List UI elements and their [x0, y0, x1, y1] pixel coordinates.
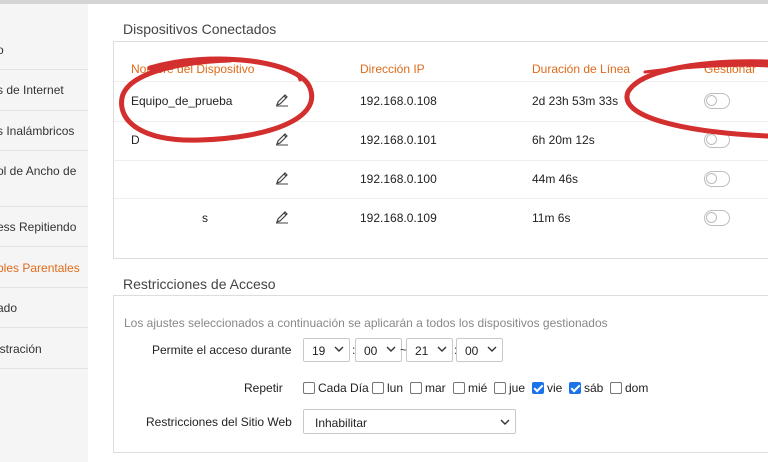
header-manage: Gestionar	[704, 62, 757, 76]
day-label: Cada Día	[318, 381, 369, 395]
device-ip: 192.168.0.109	[360, 211, 437, 225]
day-checkbox[interactable]	[494, 382, 506, 394]
edit-pencil-icon[interactable]	[275, 210, 289, 224]
day-label: dom	[625, 381, 649, 395]
device-duration: 6h 20m 12s	[532, 133, 595, 147]
sidebar-item-administration[interactable]: istración	[0, 328, 88, 369]
header-device-name: Nombre del Dispositivo	[131, 62, 255, 76]
sidebar-item-parental-controls[interactable]: bles Parentales	[0, 247, 88, 288]
edit-pencil-icon[interactable]	[275, 132, 289, 146]
day-checkbox[interactable]	[453, 382, 465, 394]
edit-pencil-icon[interactable]	[275, 171, 289, 185]
chevron-down-icon	[437, 346, 447, 352]
device-ip: 192.168.0.108	[360, 94, 437, 108]
day-checkbox[interactable]	[410, 382, 422, 394]
redaction-blur	[126, 206, 211, 228]
day-label: lun	[387, 381, 404, 395]
sidebar-item-label: o	[0, 43, 4, 57]
sidebar-item-repeater[interactable]: ess Repitiendo	[0, 207, 88, 247]
sidebar-item-label: ado	[0, 301, 18, 315]
table-divider	[114, 81, 768, 82]
device-duration: 11m 6s	[532, 211, 571, 225]
sidebar-item-bandwidth[interactable]: ol de Ancho de	[0, 151, 88, 207]
end-hour-select[interactable]: 21	[406, 338, 453, 362]
table-divider	[114, 160, 768, 161]
website-restrictions-select[interactable]: Inhabilitar	[303, 409, 516, 434]
redaction-blur	[128, 167, 263, 189]
sidebar-item-label: s de Internet	[0, 83, 64, 97]
manage-toggle[interactable]	[704, 93, 730, 109]
allow-access-label: Permite el acceso durante	[152, 343, 292, 357]
end-hour-value: 21	[415, 344, 429, 358]
device-ip: 192.168.0.101	[360, 133, 437, 147]
start-minute-select[interactable]: 00	[355, 338, 402, 362]
table-divider	[114, 121, 768, 122]
start-hour-select[interactable]: 19	[303, 338, 350, 362]
sidebar-item-1[interactable]: o	[0, 29, 88, 70]
day-label: jue	[509, 381, 526, 395]
device-name: D	[131, 133, 140, 147]
access-note: Los ajustes seleccionados a continuación…	[124, 316, 608, 330]
device-ip: 192.168.0.100	[360, 172, 437, 186]
manage-toggle[interactable]	[704, 210, 730, 226]
day-label: sáb	[584, 381, 604, 395]
repeat-label: Repetir	[244, 381, 283, 395]
website-restrictions-value: Inhabilitar	[315, 416, 368, 430]
chevron-down-icon	[487, 346, 497, 352]
device-duration: 44m 46s	[532, 172, 579, 186]
main-content: Dispositivos Conectados Nombre del Dispo…	[88, 4, 768, 462]
day-checkbox[interactable]	[610, 382, 622, 394]
chevron-down-icon	[334, 346, 344, 352]
day-label: mié	[468, 381, 488, 395]
device-duration: 2d 23h 53m 33s	[532, 94, 619, 108]
sidebar-item-label: bles Parentales	[0, 261, 80, 275]
sidebar-item-internet[interactable]: s de Internet	[0, 70, 88, 111]
day-label: mar	[425, 381, 446, 395]
sidebar-item-label: s Inalámbricos	[0, 124, 75, 138]
table-divider	[114, 198, 768, 199]
day-checkbox-checked[interactable]	[569, 382, 581, 394]
sidebar-item-label: ess Repitiendo	[0, 220, 77, 234]
chevron-down-icon	[386, 346, 396, 352]
day-checkbox[interactable]	[303, 382, 315, 394]
chevron-down-icon	[500, 419, 510, 425]
day-checkbox-checked[interactable]	[532, 382, 544, 394]
sidebar-item-advanced[interactable]: ado	[0, 288, 88, 328]
sidebar-item-wireless[interactable]: s Inalámbricos	[0, 111, 88, 151]
edit-pencil-icon[interactable]	[275, 93, 289, 107]
start-hour-value: 19	[312, 344, 326, 358]
sidebar-item-label: ol de Ancho de	[0, 164, 77, 178]
redaction-blur	[143, 128, 278, 148]
header-ip: Dirección IP	[360, 62, 425, 76]
manage-toggle[interactable]	[704, 171, 730, 187]
start-minute-value: 00	[364, 344, 378, 358]
end-minute-value: 00	[465, 344, 479, 358]
day-checkbox[interactable]	[372, 382, 384, 394]
website-restrictions-label: Restricciones del Sitio Web	[146, 415, 292, 429]
end-minute-select[interactable]: 00	[456, 338, 503, 362]
sidebar: o s de Internet s Inalámbricos ol de Anc…	[0, 4, 89, 462]
header-duration: Duración de Línea	[532, 62, 631, 76]
devices-section-title: Dispositivos Conectados	[123, 21, 277, 37]
access-section-title: Restricciones de Acceso	[123, 276, 276, 292]
device-name: s	[202, 211, 208, 225]
day-label: vie	[547, 381, 563, 395]
device-name: Equipo_de_prueba	[131, 94, 233, 108]
manage-toggle[interactable]	[704, 132, 730, 148]
sidebar-item-label: istración	[0, 342, 42, 356]
